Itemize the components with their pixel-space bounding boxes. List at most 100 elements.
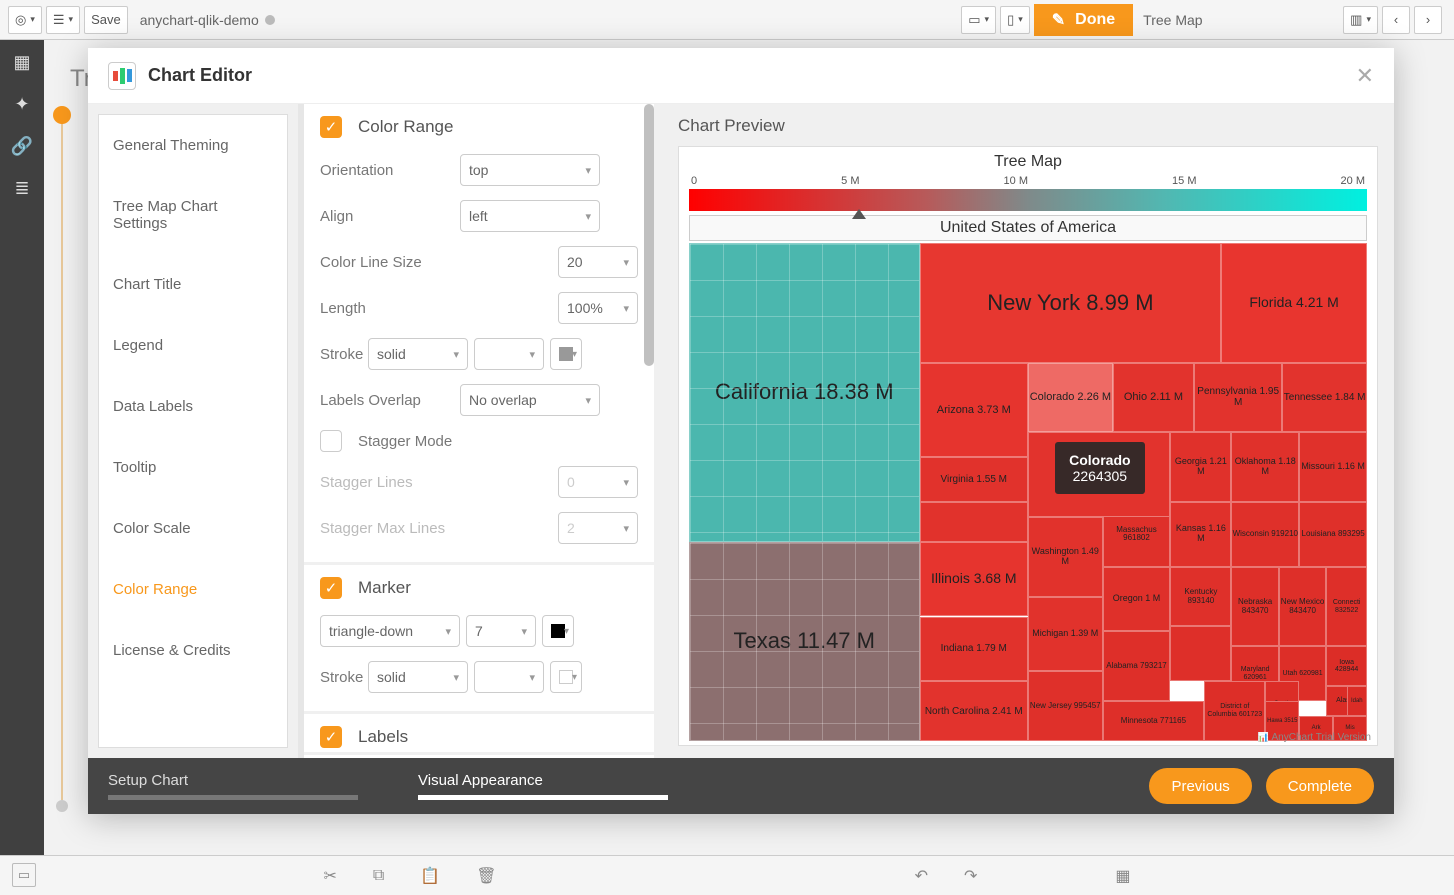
cell-extra1[interactable] <box>920 502 1028 542</box>
marker-stroke-style-select[interactable]: solid <box>368 661 468 693</box>
close-icon[interactable]: ✕ <box>1356 63 1374 89</box>
delete-icon[interactable]: 🗑 <box>476 866 496 886</box>
cell-texas[interactable]: Texas 11.47 M <box>689 542 920 741</box>
trial-text: AnyChart Trial Version <box>1258 732 1371 743</box>
redo-icon[interactable]: ↷ <box>964 866 977 886</box>
length-select[interactable]: 100% <box>558 292 638 324</box>
bookmark-button[interactable]: ▯▾ <box>1000 6 1030 34</box>
nav-license-credits[interactable]: License & Credits <box>99 620 287 681</box>
cell-ohio[interactable]: Ohio 2.11 M <box>1113 363 1194 433</box>
settings-scrollbar[interactable] <box>644 104 654 366</box>
step-setup-bar[interactable] <box>108 795 358 800</box>
cell-michigan[interactable]: Michigan 1.39 M <box>1028 597 1103 672</box>
cell-kentucky[interactable]: Kentucky 893140 <box>1170 567 1231 627</box>
cell-wisconsin[interactable]: Wisconsin 919210 <box>1231 502 1299 567</box>
nav-data-labels[interactable]: Data Labels <box>99 376 287 437</box>
previous-button[interactable]: Previous <box>1149 768 1251 804</box>
cell-idaho[interactable]: Idah <box>1347 686 1367 716</box>
list-button[interactable]: ☰▾ <box>46 6 80 34</box>
cell-minnesota[interactable]: Minnesota 771165 <box>1103 701 1205 741</box>
cell-tenn[interactable]: Tennessee 1.84 M <box>1282 363 1367 433</box>
step-visual-bar[interactable] <box>418 795 668 800</box>
prev-sheet-button[interactable]: ‹ <box>1382 6 1410 34</box>
cell-california[interactable]: California 18.38 M <box>689 243 920 542</box>
cut-icon[interactable]: ✂ <box>323 866 336 886</box>
cell-arizona[interactable]: Arizona 3.73 M <box>920 363 1028 458</box>
complete-button[interactable]: Complete <box>1266 768 1374 804</box>
stroke-style-select[interactable]: solid <box>368 338 468 370</box>
done-button[interactable]: ✎Done <box>1034 4 1133 36</box>
marker-color-picker[interactable] <box>542 615 574 647</box>
stagger-max-lines-select: 2 <box>558 512 638 544</box>
cell-penn[interactable]: Pennsylvania 1.95 M <box>1194 363 1282 433</box>
rail-puzzle-icon[interactable]: ✦ <box>10 92 34 116</box>
sheet-chart-icon[interactable]: ▥▾ <box>1343 6 1378 34</box>
rail-link-icon[interactable]: 🔗 <box>10 134 34 158</box>
color-scale-bar <box>689 189 1367 211</box>
cell-alabama[interactable]: Alabama 793217 <box>1103 631 1171 701</box>
cell-extra2[interactable] <box>1170 626 1231 681</box>
grid-icon[interactable]: ▦ <box>1115 866 1130 886</box>
cell-oklahoma[interactable]: Oklahoma 1.18 M <box>1231 432 1299 502</box>
undo-icon[interactable]: ↶ <box>915 866 928 886</box>
marker-shape-select[interactable]: triangle-down <box>320 615 460 647</box>
cell-oregon[interactable]: Oregon 1 M <box>1103 567 1171 632</box>
chart-editor-dialog: Chart Editor ✕ General Theming Tree Map … <box>88 48 1394 814</box>
paste-icon[interactable]: 📋 <box>420 866 440 886</box>
marker-color-swatch <box>551 624 565 638</box>
orientation-select[interactable]: top <box>460 154 600 186</box>
cell-indiana[interactable]: Indiana 1.79 M <box>920 617 1028 682</box>
nav-color-range[interactable]: Color Range <box>99 559 287 620</box>
rail-chart-icon[interactable]: ▦ <box>10 50 34 74</box>
color-range-title: Color Range <box>358 117 453 137</box>
nav-color-scale[interactable]: Color Scale <box>99 498 287 559</box>
stagger-lines-label: Stagger Lines <box>320 474 460 491</box>
play-button[interactable]: ▭▾ <box>961 6 996 34</box>
cell-florida[interactable]: Florida 4.21 M <box>1221 243 1367 363</box>
marker-stroke-color-picker[interactable] <box>550 661 582 693</box>
nav-general-theming[interactable]: General Theming <box>99 115 287 176</box>
cell-iowa[interactable]: Iowa 428944 <box>1326 646 1367 686</box>
save-button[interactable]: Save <box>84 6 128 34</box>
cell-louisiana[interactable]: Louisiana 893295 <box>1299 502 1367 567</box>
preview-title: Chart Preview <box>678 116 1378 136</box>
nav-chart-title[interactable]: Chart Title <box>99 254 287 315</box>
next-sheet-button[interactable]: › <box>1414 6 1442 34</box>
stagger-mode-toggle[interactable]: ✓ <box>320 430 342 452</box>
marker-size-select[interactable]: 7 <box>466 615 536 647</box>
nav-tree-map-settings[interactable]: Tree Map Chart Settings <box>99 176 287 254</box>
cell-nm[interactable]: New Mexico 843470 <box>1279 567 1326 647</box>
cell-nc[interactable]: North Carolina 2.41 M <box>920 681 1028 741</box>
rail-db-icon[interactable]: ≣ <box>10 176 34 200</box>
cell-dc[interactable]: District of Columbia 601723 <box>1204 681 1265 741</box>
marker-stroke-width-select[interactable] <box>474 661 544 693</box>
nav-tooltip[interactable]: Tooltip <box>99 437 287 498</box>
stroke-color-picker[interactable] <box>550 338 582 370</box>
marker-toggle[interactable]: ✓ <box>320 577 342 599</box>
step-setup-label: Setup Chart <box>108 772 358 789</box>
color-line-size-select[interactable]: 20 <box>558 246 638 278</box>
cell-nj[interactable]: New Jersey 995457 <box>1028 671 1103 741</box>
cell-illinois[interactable]: Illinois 3.68 M <box>920 542 1028 617</box>
bottom-card-icon[interactable]: ▭ <box>12 863 36 887</box>
tick-4: 20 M <box>1341 175 1365 187</box>
stroke-width-select[interactable] <box>474 338 544 370</box>
cell-newyork[interactable]: New York 8.99 M <box>920 243 1222 363</box>
cell-washington[interactable]: Washington 1.49 M <box>1028 517 1103 597</box>
cell-colorado[interactable]: Colorado 2.26 M <box>1028 363 1113 433</box>
cell-virginia[interactable]: Virginia 1.55 M <box>920 457 1028 502</box>
cell-missouri[interactable]: Missouri 1.16 M <box>1299 432 1367 502</box>
treemap-root[interactable]: United States of America <box>689 215 1367 241</box>
nav-legend[interactable]: Legend <box>99 315 287 376</box>
cell-georgia[interactable]: Georgia 1.21 M <box>1170 432 1231 502</box>
treemap-area[interactable]: California 18.38 M Texas 11.47 M New Yor… <box>689 243 1367 741</box>
cell-nebraska[interactable]: Nebraska 843470 <box>1231 567 1278 647</box>
labels-overlap-select[interactable]: No overlap <box>460 384 600 416</box>
compass-button[interactable]: ◎▾ <box>8 6 42 34</box>
labels-toggle[interactable]: ✓ <box>320 726 342 748</box>
cell-conn[interactable]: Connecti 832522 <box>1326 567 1367 647</box>
copy-icon[interactable]: ⧉ <box>373 867 384 885</box>
color-range-toggle[interactable]: ✓ <box>320 116 342 138</box>
cell-kansas[interactable]: Kansas 1.16 M <box>1170 502 1231 567</box>
align-select[interactable]: left <box>460 200 600 232</box>
